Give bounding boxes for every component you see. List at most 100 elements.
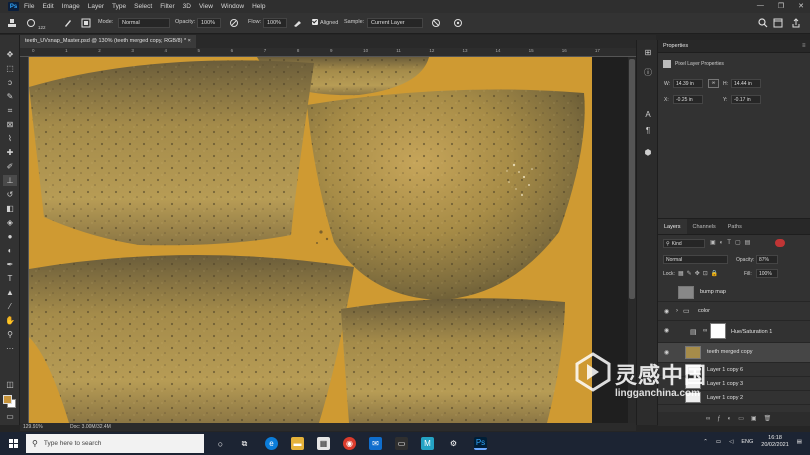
media-encoder-icon[interactable]: M xyxy=(421,437,434,450)
sample-dropdown[interactable]: Current Layer xyxy=(367,18,423,28)
mode-dropdown[interactable]: Normal xyxy=(118,18,170,28)
layer-filter-icons[interactable]: ▣◐T▢▤ xyxy=(710,239,754,246)
volume-icon[interactable]: ◁ xyxy=(729,439,733,445)
menu-layer[interactable]: Layer xyxy=(88,3,104,10)
pen-tool-icon[interactable]: ✒ xyxy=(3,259,17,270)
menu-view[interactable]: View xyxy=(199,3,213,10)
hand-tool-icon[interactable]: ✋ xyxy=(3,315,17,326)
app-icon[interactable]: ▭ xyxy=(395,437,408,450)
move-tool-icon[interactable]: ✥ xyxy=(3,49,17,60)
quick-mask-icon[interactable]: ◫ xyxy=(3,379,17,390)
document-tab[interactable]: teeth_UVsnap_Master.psd @ 130% (teeth me… xyxy=(20,35,196,48)
brush-tool-icon[interactable]: ✐ xyxy=(3,161,17,172)
taskbar-search-box[interactable]: ⚲ Type here to search xyxy=(26,434,204,453)
3d-panel-icon[interactable]: ⬢ xyxy=(642,146,654,158)
blend-mode-dropdown[interactable]: Normal xyxy=(663,255,728,264)
menu-edit[interactable]: Edit xyxy=(42,3,53,10)
type-tool-icon[interactable]: T xyxy=(3,273,17,284)
menu-select[interactable]: Select xyxy=(134,3,152,10)
more-tools-icon[interactable]: ··· xyxy=(3,343,17,354)
history-brush-tool-icon[interactable]: ↺ xyxy=(3,189,17,200)
file-explorer-icon[interactable]: ▬ xyxy=(291,437,304,450)
flow-field[interactable]: 100% xyxy=(263,18,287,28)
eye-icon[interactable]: ◉ xyxy=(664,327,672,334)
menu-window[interactable]: Window xyxy=(221,3,244,10)
notifications-icon[interactable]: ▤ xyxy=(797,439,802,445)
crop-tool-icon[interactable]: ⌗ xyxy=(3,105,17,116)
paragraph-panel-icon[interactable]: ¶ xyxy=(642,124,654,136)
layer-row[interactable]: ◉ ▤ ∞ Hue/Saturation 1 xyxy=(658,321,810,343)
zoom-level[interactable]: 129.91% xyxy=(23,424,43,430)
airbrush-icon[interactable] xyxy=(292,17,304,29)
eraser-tool-icon[interactable]: ◧ xyxy=(3,203,17,214)
windows-start-icon[interactable] xyxy=(9,439,18,448)
language-indicator[interactable]: ENG xyxy=(741,439,753,445)
chevron-down-icon[interactable]: › xyxy=(676,308,678,314)
store-icon[interactable]: ▦ xyxy=(317,437,330,450)
chrome-icon[interactable]: ◉ xyxy=(343,437,356,450)
clone-stamp-tool-selected-icon[interactable]: ⊥ xyxy=(3,175,17,186)
line-tool-icon[interactable]: ⁄ xyxy=(3,301,17,312)
menu-filter[interactable]: Filter xyxy=(160,3,174,10)
character-panel-icon[interactable]: A xyxy=(642,108,654,120)
dodge-tool-icon[interactable]: ◐ xyxy=(3,245,17,256)
filter-toggle-icon[interactable] xyxy=(775,239,785,247)
settings-icon[interactable]: ⚙ xyxy=(447,437,460,450)
layer-filter-kind[interactable]: ⚲ Kind xyxy=(663,239,705,248)
task-view-icon[interactable]: ⧉ xyxy=(238,437,251,450)
menu-image[interactable]: Image xyxy=(62,3,80,10)
ignore-adjustment-layers-icon[interactable] xyxy=(430,17,442,29)
x-field[interactable]: -0.25 in xyxy=(673,95,703,104)
aligned-checkbox[interactable]: Aligned xyxy=(312,19,338,26)
menu-type[interactable]: Type xyxy=(112,3,126,10)
clone-source-icon[interactable] xyxy=(80,17,92,29)
chevron-up-icon[interactable]: ⌃ xyxy=(703,439,708,445)
fill-field[interactable]: 100% xyxy=(756,269,778,278)
layer-opacity-field[interactable]: 87% xyxy=(756,255,778,264)
photoshop-taskbar-icon[interactable]: Ps xyxy=(474,437,487,450)
paint-bucket-tool-icon[interactable]: ◈ xyxy=(3,217,17,228)
path-select-tool-icon[interactable]: ▲ xyxy=(3,287,17,298)
blur-tool-icon[interactable]: ● xyxy=(3,231,17,242)
minimize-button[interactable]: — xyxy=(757,2,764,10)
edge-icon[interactable]: e xyxy=(265,437,278,450)
share-icon[interactable] xyxy=(790,17,802,29)
eyedropper-tool-icon[interactable]: ⌇ xyxy=(3,133,17,144)
workspace-icon[interactable] xyxy=(772,17,784,29)
menu-file[interactable]: File xyxy=(24,3,34,10)
tab-layers[interactable]: Layers xyxy=(658,219,687,234)
lock-icons[interactable]: ▦✎✥⊡🔒 xyxy=(678,270,721,277)
opacity-field[interactable]: 100% xyxy=(197,18,221,28)
canvas-area[interactable] xyxy=(29,57,636,423)
brush-settings-icon[interactable] xyxy=(62,17,74,29)
clock[interactable]: 16:18 20/02/2021 xyxy=(761,435,789,449)
eye-icon[interactable]: ◉ xyxy=(664,308,672,315)
info-panel-icon[interactable]: ⓘ xyxy=(642,66,654,78)
height-field[interactable]: 14.44 in xyxy=(731,79,761,88)
layer-actions-bar[interactable]: ∞ƒ◐▭▣🗑 xyxy=(658,412,810,426)
menu-3d[interactable]: 3D xyxy=(183,3,191,10)
clone-stamp-tool-icon[interactable] xyxy=(6,17,18,29)
panel-menu-icon[interactable]: ≡ xyxy=(802,43,806,49)
search-icon[interactable] xyxy=(757,17,769,29)
frame-tool-icon[interactable]: ⊠ xyxy=(3,119,17,130)
width-field[interactable]: 14.39 in xyxy=(673,79,703,88)
document-canvas[interactable] xyxy=(29,57,592,423)
marquee-tool-icon[interactable]: ⬚ xyxy=(3,63,17,74)
history-panel-icon[interactable]: ⊞ xyxy=(642,46,654,58)
healing-brush-tool-icon[interactable]: ✚ xyxy=(3,147,17,158)
foreground-color-swatch[interactable] xyxy=(3,395,12,404)
cortana-icon[interactable]: ○ xyxy=(214,437,227,450)
lasso-tool-icon[interactable]: ↄ xyxy=(3,77,17,88)
mail-icon[interactable]: ✉ xyxy=(369,437,382,450)
y-field[interactable]: -0.17 in xyxy=(731,95,761,104)
network-icon[interactable]: ▭ xyxy=(716,439,721,445)
close-button[interactable]: ✕ xyxy=(798,2,804,10)
tab-channels[interactable]: Channels xyxy=(687,219,722,234)
layer-row[interactable]: bump map xyxy=(658,283,810,302)
vertical-scroll-thumb[interactable] xyxy=(629,59,635,299)
zoom-tool-icon[interactable]: ⚲ xyxy=(3,329,17,340)
link-icon[interactable]: ∞ xyxy=(708,79,719,88)
pressure-opacity-icon[interactable] xyxy=(228,17,240,29)
pressure-size-icon[interactable] xyxy=(452,17,464,29)
